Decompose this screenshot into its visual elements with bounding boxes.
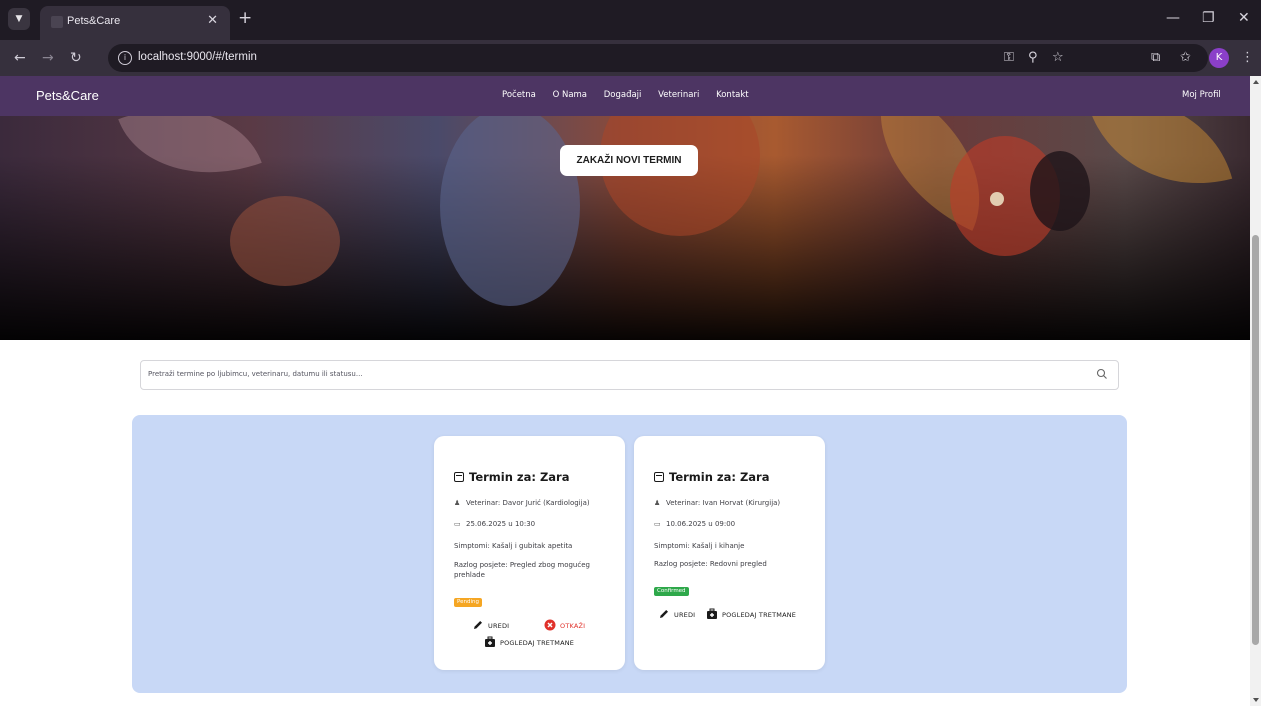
schedule-appointment-button[interactable]: ZAKAŽI NOVI TERMIN bbox=[560, 145, 698, 176]
hero-parrot-beak bbox=[1030, 151, 1090, 231]
cancel-button[interactable]: OTKAŽI bbox=[544, 619, 585, 631]
view-treatments-button[interactable]: POGLEDAJ TRETMANE bbox=[706, 608, 796, 620]
site-logo[interactable]: Pets&Care bbox=[36, 88, 99, 103]
zoom-magnifier-icon[interactable]: ⚲ bbox=[1028, 49, 1038, 67]
search-icon[interactable] bbox=[1096, 368, 1108, 380]
main-nav: Početna O Nama Događaji Veterinari Konta… bbox=[502, 90, 763, 100]
view-treatments-button[interactable]: POGLEDAJ TRETMANE bbox=[484, 636, 574, 648]
close-tab-icon[interactable]: ✕ bbox=[207, 13, 218, 28]
appointment-title: Termin za: Zara bbox=[454, 470, 570, 484]
person-icon: ♟ bbox=[654, 499, 661, 507]
appointment-title: Termin za: Zara bbox=[654, 470, 770, 484]
browser-tab[interactable]: Pets&Care ✕ bbox=[40, 6, 230, 40]
back-arrow-icon[interactable]: ← bbox=[14, 49, 26, 67]
browser-toolbar: ← → ↻ i localhost:9000/#/termin ⚿ ⚲ ☆ ⧉ … bbox=[0, 40, 1261, 76]
calendar-small-icon: ▭ bbox=[654, 520, 661, 528]
reload-icon[interactable]: ↻ bbox=[70, 49, 82, 67]
restore-window-icon[interactable]: ❐ bbox=[1202, 10, 1215, 26]
appointment-card: Termin za: Zara ♟ Veterinar: Ivan Horvat … bbox=[634, 436, 825, 670]
nav-item-profile[interactable]: Moj Profil bbox=[1182, 90, 1221, 100]
nav-item-pocetna[interactable]: Početna bbox=[502, 90, 536, 100]
appointment-vet: ♟ Veterinar: Ivan Horvat (Kirurgija) bbox=[654, 499, 781, 507]
scroll-up-arrow-icon[interactable] bbox=[1253, 80, 1259, 84]
new-tab-plus-icon[interactable]: + bbox=[238, 9, 252, 27]
more-menu-icon[interactable]: ⋮ bbox=[1241, 49, 1254, 67]
appointment-symptoms: Simptomi: Kašalj i kihanje bbox=[654, 542, 745, 550]
appointment-datetime: ▭ 10.06.2025 u 09:00 bbox=[654, 520, 736, 528]
tab-title: Pets&Care bbox=[67, 15, 121, 27]
hero-parrot-eye bbox=[990, 192, 1004, 206]
scroll-down-arrow-icon[interactable] bbox=[1253, 698, 1259, 702]
minimize-icon[interactable]: — bbox=[1166, 10, 1180, 26]
site-header: Pets&Care Početna O Nama Događaji Veteri… bbox=[0, 76, 1250, 116]
appointment-card: Termin za: Zara ♟ Veterinar: Davor Jurić … bbox=[434, 436, 625, 670]
appointment-datetime: ▭ 25.06.2025 u 10:30 bbox=[454, 520, 536, 528]
password-key-icon[interactable]: ⚿ bbox=[1004, 49, 1014, 67]
edit-button[interactable]: UREDI bbox=[472, 619, 509, 631]
status-badge: Pending bbox=[454, 598, 482, 607]
profile-avatar[interactable]: K bbox=[1209, 48, 1229, 68]
favorites-star-icon[interactable]: ✩ bbox=[1180, 49, 1191, 67]
tab-search-chevron-icon[interactable]: ▼ bbox=[8, 8, 30, 30]
calendar-icon bbox=[654, 472, 664, 482]
nav-item-veterinari[interactable]: Veterinari bbox=[658, 90, 699, 100]
extensions-puzzle-icon[interactable]: ⧉ bbox=[1151, 49, 1160, 67]
close-window-icon[interactable]: ✕ bbox=[1238, 10, 1250, 26]
nav-item-dogadaji[interactable]: Događaji bbox=[604, 90, 642, 100]
edit-button[interactable]: UREDI bbox=[658, 608, 695, 620]
site-info-icon[interactable]: i bbox=[118, 51, 132, 65]
search-placeholder: Pretraži termine po ljubimcu, veterinaru… bbox=[148, 370, 363, 378]
person-icon: ♟ bbox=[454, 499, 461, 507]
medical-kit-icon bbox=[485, 636, 495, 647]
tab-favicon-icon bbox=[51, 16, 63, 28]
medical-kit-icon bbox=[707, 608, 717, 619]
page-viewport: Pets&Care Početna O Nama Događaji Veteri… bbox=[0, 76, 1250, 706]
appointment-vet: ♟ Veterinar: Davor Jurić (Kardiologija) bbox=[454, 499, 590, 507]
calendar-icon bbox=[454, 472, 464, 482]
bookmark-star-icon[interactable]: ☆ bbox=[1052, 49, 1064, 67]
pencil-icon bbox=[660, 610, 668, 618]
browser-tab-bar: ▼ Pets&Care ✕ + — ❐ ✕ bbox=[0, 0, 1261, 40]
appointment-reason: Razlog posjete: Redovni pregled bbox=[654, 560, 767, 568]
appointment-search-input[interactable]: Pretraži termine po ljubimcu, veterinaru… bbox=[140, 360, 1119, 390]
url-text[interactable]: localhost:9000/#/termin bbox=[138, 51, 257, 63]
address-bar[interactable]: i localhost:9000/#/termin ⚿ ⚲ ☆ bbox=[108, 44, 1208, 72]
appointments-panel: Termin za: Zara ♟ Veterinar: Davor Jurić … bbox=[132, 415, 1127, 693]
appointment-reason: Razlog posjete: Pregled zbog mogućeg pre… bbox=[454, 561, 590, 579]
cancel-x-circle-icon bbox=[544, 619, 556, 631]
nav-item-kontakt[interactable]: Kontakt bbox=[716, 90, 749, 100]
hero-animal-illustration bbox=[440, 106, 580, 306]
status-badge: Confirmed bbox=[654, 587, 689, 596]
scrollbar-thumb[interactable] bbox=[1252, 235, 1259, 645]
page-scrollbar[interactable] bbox=[1250, 76, 1261, 706]
hero-cat-illustration bbox=[230, 196, 340, 286]
calendar-small-icon: ▭ bbox=[454, 520, 461, 528]
forward-arrow-icon[interactable]: → bbox=[42, 49, 54, 67]
nav-item-o-nama[interactable]: O Nama bbox=[553, 90, 587, 100]
pencil-icon bbox=[474, 621, 482, 629]
appointment-symptoms: Simptomi: Kašalj i gubitak apetita bbox=[454, 542, 573, 550]
